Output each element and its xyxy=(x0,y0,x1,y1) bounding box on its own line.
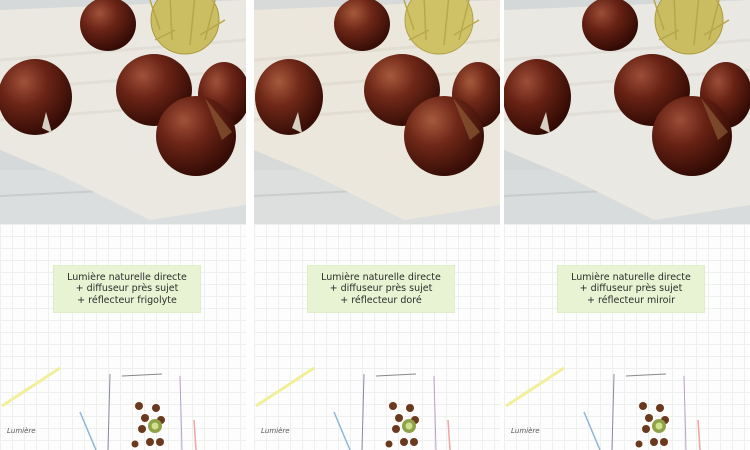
lighting-setup-note: Lumière naturelle directe + diffuseur pr… xyxy=(54,266,200,312)
comparison-panel-1: Lumière naturelle directe + diffuseur pr… xyxy=(0,0,246,450)
comparison-grid: Lumière naturelle directe + diffuseur pr… xyxy=(0,0,750,450)
note-line-2: + diffuseur près sujet xyxy=(75,283,179,295)
light-source-label: Lumière xyxy=(511,427,540,435)
setup-sketch xyxy=(1,366,197,450)
note-line-3: + réflecteur doré xyxy=(340,294,422,306)
note-line-1: Lumière naturelle directe xyxy=(67,271,187,283)
lighting-diagram-1: Lumière naturelle directe + diffuseur pr… xyxy=(0,224,246,450)
lighting-diagram-2: Lumière naturelle directe + diffuseur pr… xyxy=(254,224,500,450)
note-line-3: + réflecteur miroir xyxy=(586,294,676,306)
note-line-2: + diffuseur près sujet xyxy=(329,283,433,295)
note-line-2: + diffuseur près sujet xyxy=(579,283,683,295)
note-line-3: + réflecteur frigolyte xyxy=(77,294,177,306)
chestnut-photo-2 xyxy=(254,0,500,224)
setup-sketch xyxy=(255,366,451,450)
comparison-panel-3: Lumière naturelle directe + diffuseur pr… xyxy=(504,0,750,450)
note-line-1: Lumière naturelle directe xyxy=(321,271,441,283)
comparison-panel-2: Lumière naturelle directe + diffuseur pr… xyxy=(254,0,500,450)
chestnut-photo-1 xyxy=(0,0,246,224)
light-source-label: Lumière xyxy=(261,427,290,435)
lighting-setup-note: Lumière naturelle directe + diffuseur pr… xyxy=(558,266,704,312)
lighting-setup-note: Lumière naturelle directe + diffuseur pr… xyxy=(308,266,454,312)
note-line-1: Lumière naturelle directe xyxy=(571,271,691,283)
setup-sketch xyxy=(505,366,701,450)
lighting-diagram-3: Lumière naturelle directe + diffuseur pr… xyxy=(504,224,750,450)
chestnut-photo-3 xyxy=(504,0,750,224)
light-source-label: Lumière xyxy=(7,427,36,435)
